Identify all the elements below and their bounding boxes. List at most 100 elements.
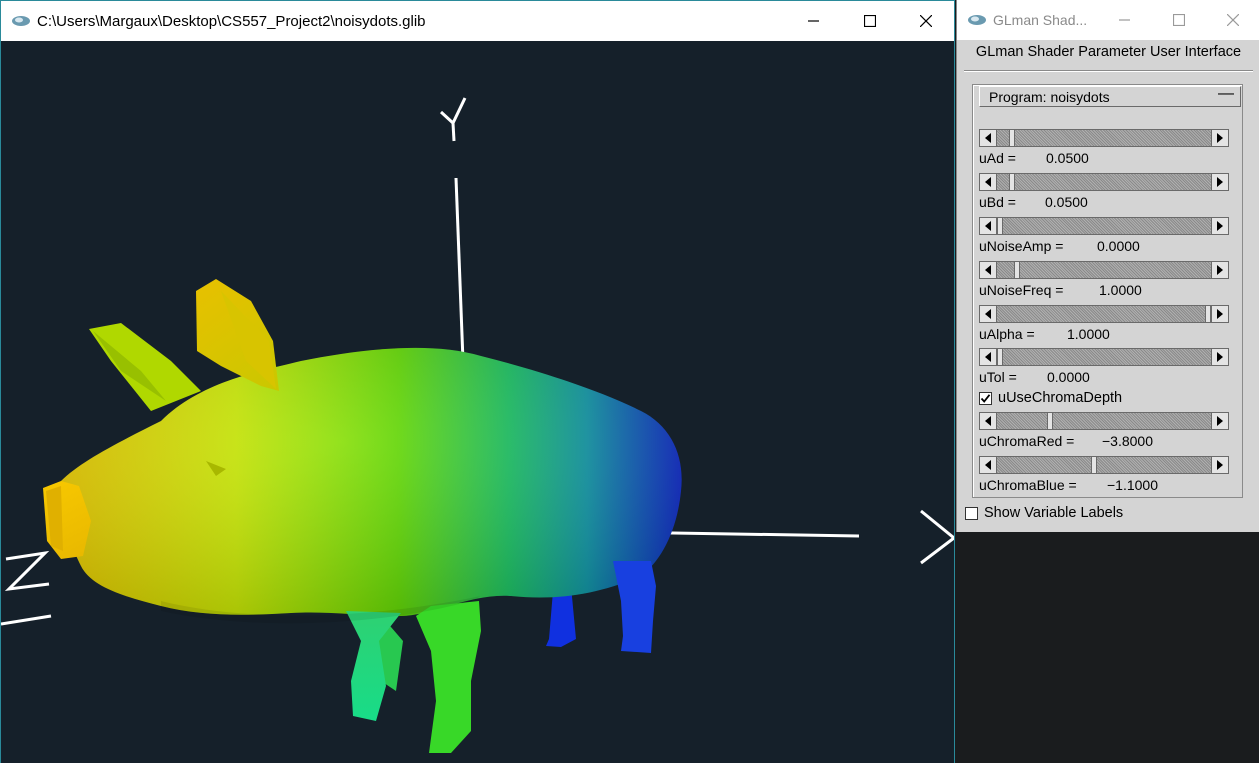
slider-increment-button[interactable] [1211, 261, 1229, 279]
show-variable-labels-label: Show Variable Labels [984, 505, 1124, 521]
param-name: uBd = [979, 194, 1016, 210]
slider-thumb[interactable] [1014, 261, 1020, 279]
param-slider-5[interactable] [979, 348, 1229, 366]
slider-increment-button[interactable] [1211, 348, 1229, 366]
right-arrow-icon [1217, 265, 1223, 275]
slider-decrement-button[interactable] [979, 173, 997, 191]
slider-increment-button[interactable] [1211, 217, 1229, 235]
left-arrow-icon [985, 265, 991, 275]
use-chroma-depth-label: uUseChromaDepth [998, 390, 1123, 406]
slider-track[interactable] [979, 217, 1229, 235]
slider-thumb[interactable] [1009, 129, 1015, 147]
slider-decrement-button[interactable] [979, 129, 997, 147]
3d-viewport[interactable] [1, 41, 954, 763]
maximize-icon [864, 15, 876, 27]
param-slider-2[interactable] [979, 217, 1229, 235]
slider-track[interactable] [979, 129, 1229, 147]
slider-track[interactable] [979, 456, 1229, 474]
close-button[interactable] [898, 1, 954, 41]
main-titlebar[interactable]: C:\Users\Margaux\Desktop\CS557_Project2\… [1, 1, 954, 41]
right-arrow-icon [1217, 352, 1223, 362]
slider-track[interactable] [979, 412, 1229, 430]
left-arrow-icon [985, 133, 991, 143]
slider-decrement-button[interactable] [979, 456, 997, 474]
left-arrow-icon [985, 416, 991, 426]
param-label-1: uBd = 0.0500 [979, 194, 1088, 210]
param-value: −3.8000 [1102, 433, 1153, 449]
param-slider-1[interactable] [979, 173, 1229, 191]
main-window-title: C:\Users\Margaux\Desktop\CS557_Project2\… [37, 12, 426, 30]
slider-increment-button[interactable] [1211, 173, 1229, 191]
glman-close-button[interactable] [1206, 0, 1259, 40]
slider-increment-button[interactable] [1211, 456, 1229, 474]
param-slider-4[interactable] [979, 305, 1229, 323]
slider-thumb[interactable] [1009, 173, 1015, 191]
minimize-button[interactable] [786, 1, 842, 41]
maximize-icon [1173, 14, 1185, 26]
collapse-icon[interactable]: — [1218, 85, 1234, 103]
slider-increment-button[interactable] [1211, 129, 1229, 147]
program-rollout-header[interactable]: Program: noisydots — [979, 85, 1241, 107]
right-arrow-icon [1217, 309, 1223, 319]
right-arrow-icon [1217, 177, 1223, 187]
minimize-icon [808, 20, 819, 22]
slider-decrement-button[interactable] [979, 412, 997, 430]
right-arrow-icon [1217, 416, 1223, 426]
glman-app-icon [12, 16, 30, 26]
y-axis [439, 97, 467, 362]
slider-thumb[interactable] [1047, 412, 1053, 430]
param-label-7: uChromaBlue = −1.1000 [979, 477, 1158, 493]
glman-maximize-button[interactable] [1152, 0, 1206, 40]
right-arrow-icon [1217, 133, 1223, 143]
param-name: uChromaBlue = [979, 477, 1077, 493]
param-label-0: uAd = 0.0500 [979, 150, 1089, 166]
slider-track[interactable] [979, 305, 1229, 323]
slider-thumb[interactable] [1091, 456, 1097, 474]
program-label: Program: noisydots [989, 88, 1110, 105]
slider-track[interactable] [979, 348, 1229, 366]
checkmark-icon [980, 393, 991, 403]
param-value: 1.0000 [1067, 326, 1110, 342]
slider-thumb[interactable] [997, 348, 1003, 366]
slider-decrement-button[interactable] [979, 305, 997, 323]
param-label-5: uTol = 0.0000 [979, 369, 1090, 385]
show-variable-labels-row[interactable]: Show Variable Labels [965, 505, 1123, 521]
z-axis [1, 550, 52, 626]
slider-decrement-button[interactable] [979, 217, 997, 235]
glman-app-icon [968, 15, 986, 25]
param-value: 0.0500 [1045, 194, 1088, 210]
param-name: uAlpha = [979, 326, 1035, 342]
param-label-2: uNoiseAmp = 0.0000 [979, 238, 1140, 254]
param-slider-3[interactable] [979, 261, 1229, 279]
close-icon [1227, 14, 1239, 26]
param-slider-0[interactable] [979, 129, 1229, 147]
left-arrow-icon [985, 309, 991, 319]
left-arrow-icon [985, 460, 991, 470]
use-chroma-depth-checkbox[interactable] [979, 391, 992, 405]
param-name: uTol = [979, 369, 1017, 385]
slider-increment-button[interactable] [1211, 305, 1229, 323]
glman-minimize-button[interactable] [1098, 0, 1152, 40]
maximize-button[interactable] [842, 1, 898, 41]
main-window: C:\Users\Margaux\Desktop\CS557_Project2\… [0, 0, 955, 763]
slider-decrement-button[interactable] [979, 261, 997, 279]
slider-increment-button[interactable] [1211, 412, 1229, 430]
slider-thumb[interactable] [997, 217, 1003, 235]
use-chroma-depth-row[interactable]: uUseChromaDepth [979, 390, 1122, 406]
panel-heading: GLman Shader Parameter User Interface [975, 44, 1242, 60]
param-label-3: uNoiseFreq = 1.0000 [979, 282, 1142, 298]
param-slider-7[interactable] [979, 456, 1229, 474]
param-name: uNoiseFreq = [979, 282, 1064, 298]
param-slider-6[interactable] [979, 412, 1229, 430]
slider-track[interactable] [979, 173, 1229, 191]
slider-thumb[interactable] [1205, 305, 1211, 323]
show-variable-labels-checkbox[interactable] [965, 506, 978, 520]
left-arrow-icon [985, 221, 991, 231]
slider-decrement-button[interactable] [979, 348, 997, 366]
right-arrow-icon [1217, 460, 1223, 470]
param-name: uNoiseAmp = [979, 238, 1064, 254]
param-label-6: uChromaRed = −3.8000 [979, 433, 1153, 449]
param-name: uAd = [979, 150, 1016, 166]
param-value: −1.1000 [1107, 477, 1158, 493]
glman-titlebar[interactable]: GLman Shad... [957, 0, 1259, 40]
